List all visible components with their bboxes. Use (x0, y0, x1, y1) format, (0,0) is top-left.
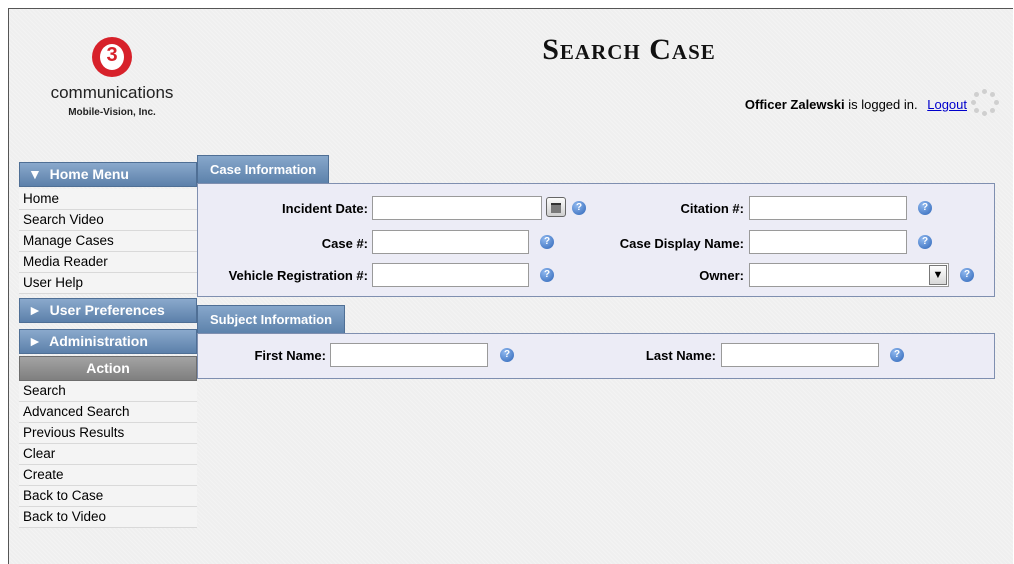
incident-date-field[interactable] (372, 196, 542, 220)
login-status: Officer Zalewski is logged in. Logout (745, 97, 967, 112)
administration-label: Administration (49, 333, 148, 349)
last-name-field[interactable] (721, 343, 879, 367)
first-name-field[interactable] (330, 343, 488, 367)
user-name: Officer Zalewski (744, 97, 845, 112)
subject-information-panel: First Name: ? Last Name: ? (197, 333, 995, 379)
user-preferences-label: User Preferences (49, 302, 165, 318)
logo-subtitle: Mobile-Vision, Inc. (68, 107, 156, 118)
tab-subject-information: Subject Information (197, 305, 346, 333)
case-information-panel: Incident Date: ? Citation #: ? Case #: ?… (197, 183, 995, 297)
tab-case-information: Case Information (197, 155, 330, 183)
home-menu-label: Home Menu (49, 166, 129, 182)
triangle-right-icon: ► (28, 302, 42, 318)
action-previous-results[interactable]: Previous Results (19, 423, 197, 444)
help-icon[interactable]: ? (572, 201, 586, 215)
citation-field[interactable] (749, 196, 907, 220)
user-preferences-header[interactable]: ► User Preferences (19, 298, 197, 323)
help-icon[interactable]: ? (540, 268, 554, 282)
vehicle-registration-label: Vehicle Registration #: (228, 268, 368, 283)
incident-date-label: Incident Date: (282, 201, 368, 216)
chevron-down-icon[interactable]: ▼ (929, 265, 947, 285)
last-name-label: Last Name: (645, 348, 716, 363)
home-menu-header[interactable]: ▼ Home Menu (19, 162, 197, 187)
help-icon[interactable]: ? (890, 348, 904, 362)
company-logo: 3 communications Mobile-Vision, Inc. (37, 37, 187, 118)
loading-spinner-icon (971, 89, 999, 117)
help-icon[interactable]: ? (918, 201, 932, 215)
case-number-field[interactable] (372, 230, 529, 254)
logo-mark-text: 3 (106, 44, 118, 66)
logout-link[interactable]: Logout (927, 97, 967, 112)
case-display-name-field[interactable] (749, 230, 907, 254)
first-name-label: First Name: (254, 348, 326, 363)
page-title: Search Case (542, 33, 716, 66)
home-menu: ▼ Home Menu Home Search Video Manage Cas… (19, 162, 197, 294)
citation-label: Citation #: (680, 201, 744, 216)
case-display-name-label: Case Display Name: (619, 236, 744, 251)
sidebar: ▼ Home Menu Home Search Video Manage Cas… (19, 162, 197, 528)
help-icon[interactable]: ? (960, 268, 974, 282)
triangle-right-icon: ► (28, 333, 42, 349)
action-header: Action (19, 356, 197, 381)
action-search[interactable]: Search (19, 381, 197, 402)
owner-label: Owner: (699, 268, 744, 283)
sidebar-item-search-video[interactable]: Search Video (19, 210, 197, 231)
app-frame: 3 communications Mobile-Vision, Inc. Sea… (8, 8, 1013, 564)
action-advanced-search[interactable]: Advanced Search (19, 402, 197, 423)
administration-header[interactable]: ► Administration (19, 329, 197, 354)
action-create[interactable]: Create (19, 465, 197, 486)
help-icon[interactable]: ? (500, 348, 514, 362)
sidebar-item-user-help[interactable]: User Help (19, 273, 197, 294)
owner-select[interactable]: ▼ (749, 263, 949, 287)
action-back-to-video[interactable]: Back to Video (19, 507, 197, 528)
sidebar-item-home[interactable]: Home (19, 189, 197, 210)
triangle-down-icon: ▼ (28, 166, 42, 182)
help-icon[interactable]: ? (540, 235, 554, 249)
action-back-to-case[interactable]: Back to Case (19, 486, 197, 507)
vehicle-registration-field[interactable] (372, 263, 529, 287)
calendar-icon[interactable] (546, 197, 566, 217)
logo-company-text: communications (50, 83, 174, 102)
help-icon[interactable]: ? (918, 235, 932, 249)
sidebar-item-manage-cases[interactable]: Manage Cases (19, 231, 197, 252)
case-number-label: Case #: (321, 236, 368, 251)
l3-logo-mark: 3 (89, 37, 135, 77)
login-suffix: is logged in. (844, 97, 918, 112)
action-clear[interactable]: Clear (19, 444, 197, 465)
sidebar-item-media-reader[interactable]: Media Reader (19, 252, 197, 273)
